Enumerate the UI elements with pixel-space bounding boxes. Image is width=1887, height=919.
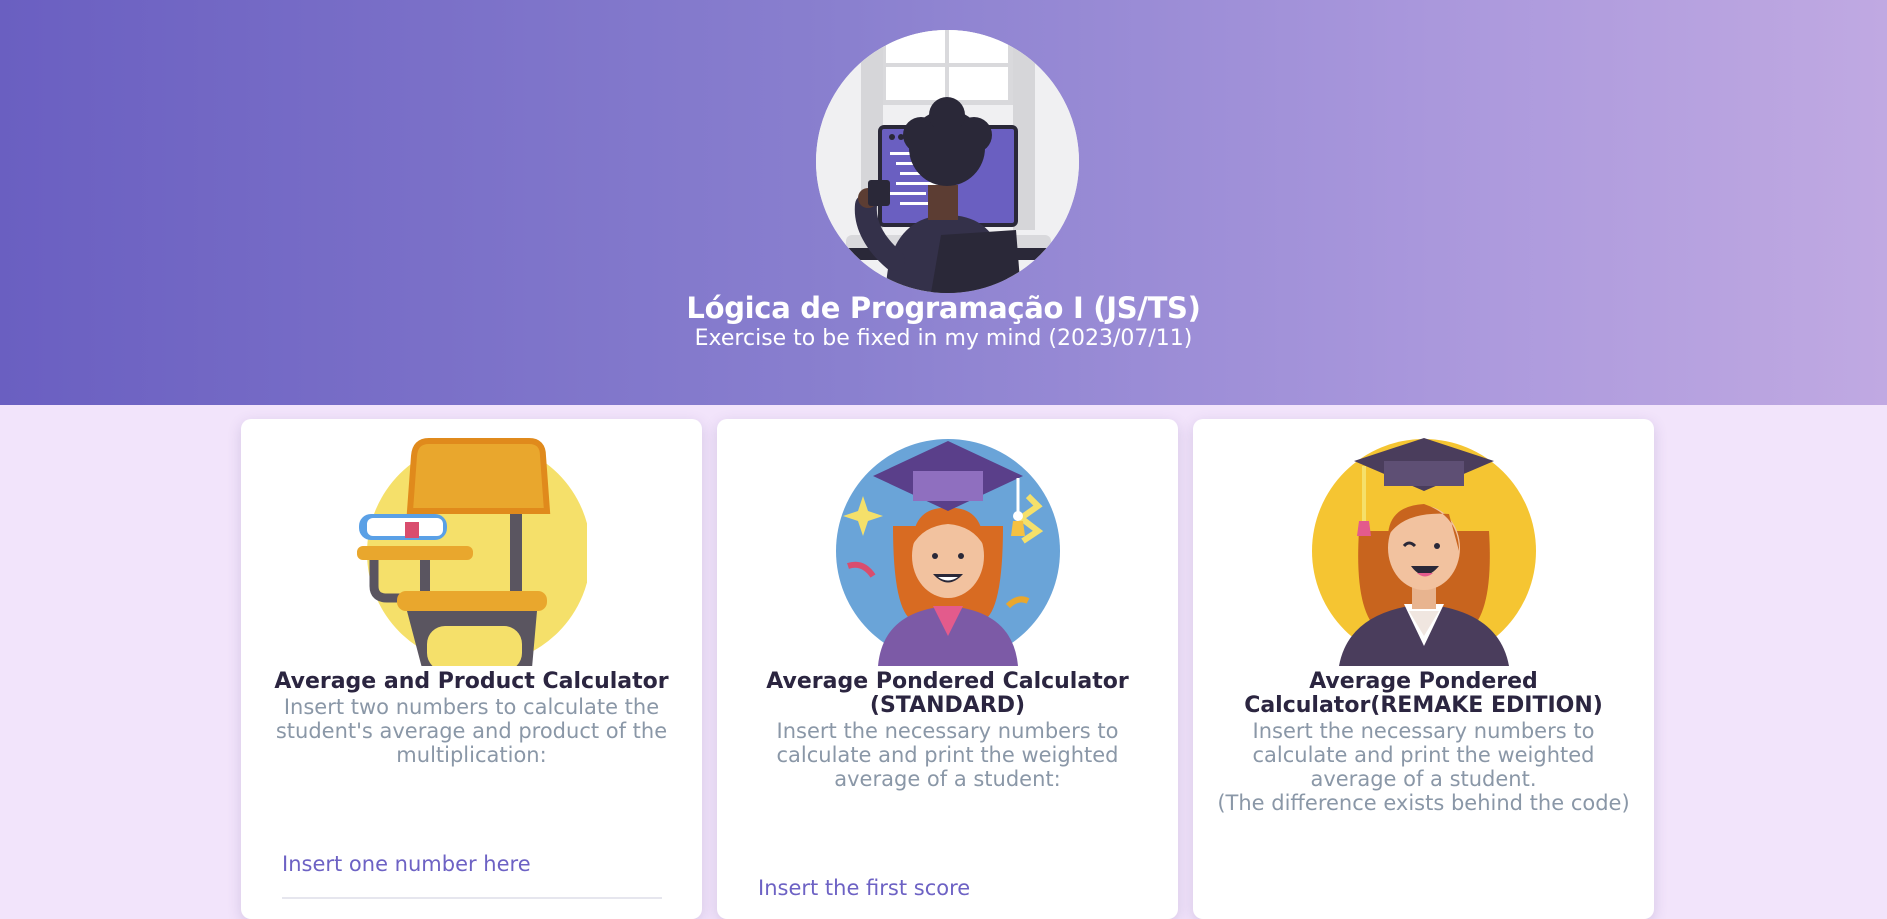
card-note: (The difference exists behind the code) <box>1217 791 1630 815</box>
card-title: Average Pondered Calculator (STANDARD) <box>766 669 1129 718</box>
average-pondered-standard-card: Average Pondered Calculator (STANDARD) I… <box>717 419 1178 919</box>
card-description: Insert the necessary numbers to calculat… <box>1252 719 1595 791</box>
graduate-student-illustration-icon <box>833 436 1063 666</box>
first-score-input[interactable] <box>758 876 1138 900</box>
card-title: Average and Product Calculator <box>274 669 669 694</box>
input-underline <box>282 897 662 899</box>
coder-avatar-icon <box>816 30 1079 293</box>
page-title: Lógica de Programação I (JS/TS) <box>686 291 1201 325</box>
average-product-calculator-card: Average and Product Calculator Insert tw… <box>241 419 702 919</box>
page-subtitle: Exercise to be fixed in my mind (2023/07… <box>694 326 1193 351</box>
school-desk-illustration-icon <box>356 436 591 671</box>
card-description: Insert two numbers to calculate the stud… <box>275 695 668 767</box>
avatar <box>816 30 1079 293</box>
card-description: Insert the necessary numbers to calculat… <box>776 719 1119 791</box>
first-number-input[interactable] <box>282 852 662 876</box>
graduate-woman-illustration-icon <box>1309 436 1539 666</box>
page-header: Lógica de Programação I (JS/TS) Exercise… <box>0 0 1887 405</box>
average-pondered-remake-card: Average Pondered Calculator(REMAKE EDITI… <box>1193 419 1654 919</box>
card-title: Average Pondered Calculator(REMAKE EDITI… <box>1244 669 1603 718</box>
